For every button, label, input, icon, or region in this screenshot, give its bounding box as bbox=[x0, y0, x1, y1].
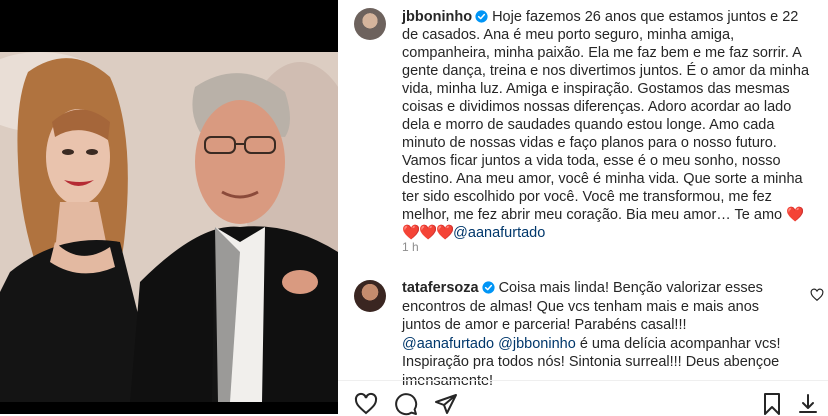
commenter-avatar[interactable] bbox=[354, 280, 386, 312]
post-details-panel: jbboninho Hoje fazemos 26 anos que estamo… bbox=[338, 0, 828, 416]
comment-username[interactable]: tatafersoza bbox=[402, 280, 479, 296]
actions-divider bbox=[338, 380, 828, 381]
caption-username[interactable]: jbboninho bbox=[402, 9, 472, 25]
post-timestamp[interactable]: 1 h bbox=[402, 240, 419, 254]
comment: tatafersoza Coisa mais linda! Benção valo… bbox=[402, 279, 782, 390]
comment-mention-jbboninho[interactable]: @jbboninho bbox=[498, 336, 576, 352]
download-icon[interactable] bbox=[796, 392, 820, 416]
comment-bubble-icon[interactable] bbox=[394, 392, 418, 416]
author-avatar[interactable] bbox=[354, 8, 386, 40]
post-photo bbox=[0, 52, 338, 402]
verified-badge-icon bbox=[481, 281, 495, 294]
comment-like-heart-icon[interactable] bbox=[810, 288, 824, 302]
verified-badge-icon bbox=[475, 10, 488, 23]
caption-text: Hoje fazemos 26 anos que estamos juntos … bbox=[402, 9, 810, 223]
post-caption: jbboninho Hoje fazemos 26 anos que estamo… bbox=[402, 8, 814, 242]
couple-photo-illustration bbox=[0, 52, 338, 402]
post-media[interactable] bbox=[0, 0, 338, 414]
paper-plane-icon[interactable] bbox=[434, 392, 458, 416]
comment-mention-aanafurtado[interactable]: @aanafurtado bbox=[402, 336, 494, 352]
caption-mention[interactable]: @aanafurtado bbox=[453, 225, 545, 241]
bookmark-icon[interactable] bbox=[760, 392, 784, 416]
heart-outline-icon[interactable] bbox=[354, 392, 378, 416]
